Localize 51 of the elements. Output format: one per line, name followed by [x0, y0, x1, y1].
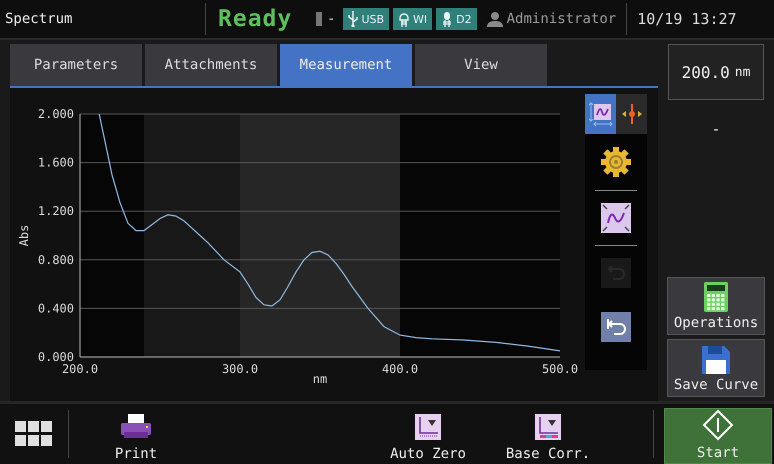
printer-icon: [121, 414, 151, 440]
y-tick-label: 0.000: [38, 350, 74, 364]
wavelength-display[interactable]: 200.0 nm: [668, 44, 764, 100]
y-axis-label: Abs: [17, 224, 31, 246]
auto-zero-icon: [415, 414, 441, 440]
y-tick-label: 1.600: [38, 156, 74, 170]
gear-icon: [600, 146, 632, 178]
user-icon: [486, 11, 503, 27]
status-text: Ready: [218, 6, 294, 32]
scale-mode-button[interactable]: [585, 94, 616, 134]
start-icon: [702, 409, 734, 441]
chip-label: WI: [413, 12, 428, 26]
y-tick-label: 0.400: [38, 301, 74, 316]
print-button[interactable]: Print: [69, 404, 203, 464]
autoscale-button[interactable]: [601, 203, 631, 233]
y-tick-label: 2.000: [38, 107, 74, 121]
reset-button[interactable]: [601, 312, 631, 342]
tab[interactable]: Parameters: [10, 44, 142, 86]
save-curve-button[interactable]: Save Curve: [667, 339, 765, 397]
reset-icon: [601, 312, 631, 342]
lamp-reading: -: [327, 11, 336, 27]
autoscale-icon: [601, 203, 631, 233]
settings-button[interactable]: [600, 146, 632, 178]
undo-icon: [601, 258, 631, 288]
y-tick-label: 0.800: [38, 252, 74, 267]
x-tick-label: 300.0: [222, 362, 258, 376]
date-time: 10/19 13:27: [637, 10, 737, 28]
screen-title: Spectrum: [4, 11, 74, 27]
x-tick-label: 200.0: [62, 362, 98, 376]
x-tick-label: 400.0: [382, 362, 418, 376]
cursor-mode-button[interactable]: [616, 94, 647, 134]
user-name: Administrator: [506, 11, 616, 27]
tab[interactable]: View: [415, 44, 547, 86]
usb-icon: [348, 11, 358, 27]
y-tick-label: 1.200: [38, 204, 74, 218]
start-button[interactable]: Start: [664, 408, 772, 464]
cell-icon: [316, 12, 322, 26]
lamp-icon: [441, 11, 454, 27]
x-tick-label: 500.0: [542, 362, 578, 376]
chip-label: D2: [456, 12, 472, 26]
scale-icon: [588, 101, 614, 127]
tab[interactable]: Attachments: [145, 44, 277, 86]
tab[interactable]: Measurement: [280, 44, 412, 86]
operations-button[interactable]: Operations: [667, 277, 765, 335]
reading-value: -: [711, 120, 721, 138]
chip-label: USB: [361, 12, 384, 26]
calculator-icon: [704, 282, 728, 312]
baseline-icon: [535, 414, 561, 440]
lamp-icon: [398, 11, 410, 27]
x-axis-label: nm: [312, 372, 328, 386]
grid-icon: [15, 421, 53, 447]
